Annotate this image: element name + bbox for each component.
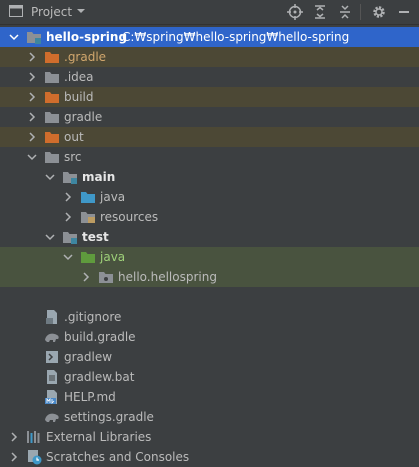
- expand-all-icon[interactable]: [312, 4, 328, 20]
- chevron-right-icon[interactable]: [27, 52, 37, 62]
- tree-label: External Libraries: [46, 430, 152, 444]
- gradle-file-icon: [45, 333, 59, 342]
- chevron-right-icon[interactable]: [63, 212, 73, 222]
- tree-row-external-libraries[interactable]: External Libraries: [0, 427, 419, 447]
- chevron-down-icon[interactable]: [9, 32, 19, 42]
- hide-icon[interactable]: [396, 4, 412, 20]
- tree-label: .gradle: [64, 50, 107, 64]
- tree-label: .gitignore: [64, 310, 122, 324]
- resources-folder-icon: [81, 212, 95, 223]
- chevron-down-icon[interactable]: [63, 252, 73, 262]
- tree-row-gradle[interactable]: gradle: [0, 107, 419, 127]
- tree-row-java-test[interactable]: java: [0, 247, 419, 267]
- markdown-file-icon: [45, 390, 57, 404]
- tree-row-gradlew-bat[interactable]: gradlew.bat: [0, 367, 419, 387]
- collapse-all-icon[interactable]: [337, 4, 353, 20]
- chevron-right-icon[interactable]: [9, 432, 19, 442]
- chevron-right-icon[interactable]: [9, 452, 19, 462]
- tree-row-settings-gradle[interactable]: settings.gradle: [0, 407, 419, 427]
- tree-label: java: [100, 190, 126, 204]
- tree-row-gradlew[interactable]: gradlew: [0, 347, 419, 367]
- tree-row-build[interactable]: build: [0, 87, 419, 107]
- package-icon: [99, 272, 113, 283]
- text-file-icon: [47, 370, 57, 384]
- tree-row-root[interactable]: hello-spring C:₩spring₩hello-spring₩hell…: [0, 27, 419, 47]
- tree-root-path: C:₩spring₩hello-spring₩hello-spring: [122, 30, 350, 44]
- chevron-down-icon[interactable]: [45, 232, 55, 242]
- chevron-right-icon[interactable]: [27, 112, 37, 122]
- tree-label: src: [64, 150, 82, 164]
- tree-row-test[interactable]: test: [0, 227, 419, 247]
- chevron-down-icon[interactable]: [76, 6, 86, 16]
- excluded-folder-icon: [45, 92, 59, 103]
- tree-label: test: [82, 230, 109, 244]
- chevron-right-icon[interactable]: [27, 92, 37, 102]
- tree-root-label: hello-spring: [46, 30, 128, 44]
- tree-row-scratches[interactable]: Scratches and Consoles: [0, 447, 419, 467]
- scratches-icon: [28, 450, 42, 465]
- chevron-right-icon[interactable]: [63, 192, 73, 202]
- folder-icon: [45, 72, 59, 83]
- tree-label: gradlew: [64, 350, 113, 364]
- gradle-file-icon: [45, 413, 59, 422]
- locate-icon[interactable]: [287, 4, 303, 20]
- tree-row-gitignore[interactable]: .gitignore: [0, 307, 419, 327]
- tree-label: resources: [100, 210, 159, 224]
- folder-icon: [45, 152, 59, 163]
- tree-row-gradle-dot[interactable]: .gradle: [0, 47, 419, 67]
- tree-row-java-main[interactable]: java: [0, 187, 419, 207]
- chevron-right-icon[interactable]: [27, 72, 37, 82]
- settings-icon[interactable]: [371, 4, 387, 20]
- library-icon: [27, 431, 40, 443]
- excluded-folder-icon: [45, 52, 59, 63]
- tree-label: settings.gradle: [64, 410, 154, 424]
- chevron-down-icon[interactable]: [45, 172, 55, 182]
- test-folder-icon: [81, 252, 95, 263]
- tree-row-help-md[interactable]: HELP.md: [0, 387, 419, 407]
- tree-label: build.gradle: [64, 330, 136, 344]
- chevron-right-icon[interactable]: [27, 132, 37, 142]
- tree-label: out: [64, 130, 84, 144]
- terminal-file-icon: [46, 351, 58, 363]
- module-folder-icon: [27, 32, 41, 44]
- project-toolbar: Project: [0, 0, 419, 25]
- folder-icon: [45, 112, 59, 123]
- tree-label: HELP.md: [64, 390, 116, 404]
- tree-label: build: [64, 90, 94, 104]
- module-folder-icon: [63, 232, 77, 244]
- project-view-title[interactable]: Project: [31, 5, 72, 19]
- toolbar-separator: [360, 4, 361, 20]
- tree-row-idea[interactable]: .idea: [0, 67, 419, 87]
- tree-row-build-gradle[interactable]: build.gradle: [0, 327, 419, 347]
- tree-row-resources[interactable]: resources: [0, 207, 419, 227]
- tree-row-src[interactable]: src: [0, 147, 419, 167]
- tree-label: hello.hellospring: [118, 270, 217, 284]
- excluded-folder-icon: [45, 132, 59, 143]
- tree-label: main: [82, 170, 116, 184]
- tree-row-main[interactable]: main: [0, 167, 419, 187]
- chevron-down-icon[interactable]: [27, 152, 37, 162]
- module-folder-icon: [63, 172, 77, 184]
- source-folder-icon: [81, 192, 95, 203]
- tree-label: .idea: [64, 70, 94, 84]
- tree-row-out[interactable]: out: [0, 127, 419, 147]
- tree-label: gradle: [64, 110, 103, 124]
- project-window-icon: [9, 5, 23, 17]
- gitignore-file-icon: [46, 310, 57, 324]
- tree-label: java: [100, 250, 126, 264]
- tree-row-package[interactable]: hello.hellospring: [0, 267, 419, 287]
- chevron-right-icon[interactable]: [81, 272, 91, 282]
- tree-label: gradlew.bat: [64, 370, 135, 384]
